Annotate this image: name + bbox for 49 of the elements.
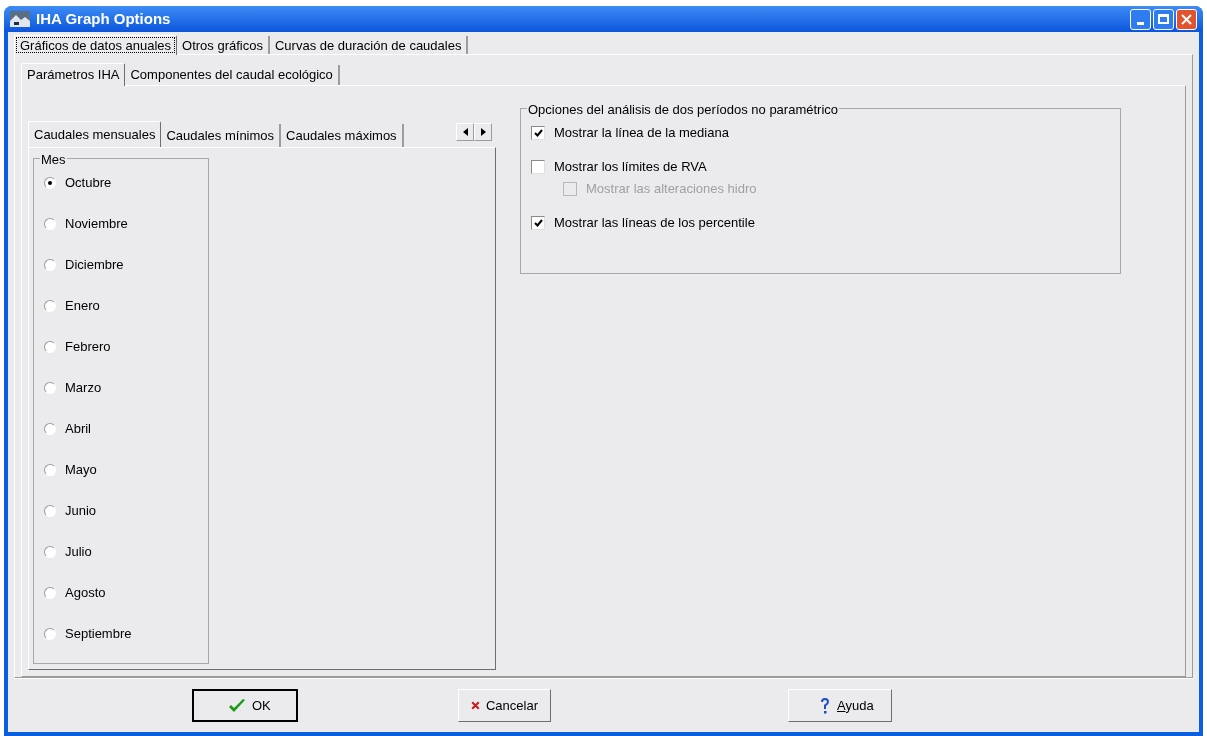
radio-button[interactable]	[44, 300, 56, 312]
checkbox-label: Mostrar la línea de la mediana	[554, 124, 729, 143]
radio-button[interactable]	[44, 259, 56, 271]
tab[interactable]: Gráficos de datos anuales	[14, 35, 178, 55]
radio-button[interactable]	[44, 505, 56, 517]
maximize-button[interactable]	[1153, 8, 1174, 30]
radio-label: Abril	[65, 420, 91, 439]
scroll-right-button[interactable]	[474, 123, 492, 141]
radio-button[interactable]	[44, 341, 56, 353]
close-button[interactable]	[1176, 8, 1197, 30]
radio-button[interactable]	[44, 423, 56, 435]
checkbox[interactable]	[531, 216, 545, 230]
radio-button[interactable]	[44, 546, 56, 558]
radio-label: Agosto	[65, 584, 106, 603]
radio-button[interactable]	[44, 218, 56, 230]
radio-label: Noviembre	[65, 215, 128, 234]
left-arrow-icon	[462, 128, 468, 136]
window-title: IHA Graph Options	[36, 8, 171, 29]
radio-label: Octubre	[65, 174, 112, 193]
checkmark-icon	[228, 697, 246, 714]
radio-label: Mayo	[65, 461, 97, 480]
close-icon	[1181, 13, 1192, 25]
radio-label: Enero	[65, 297, 100, 316]
checkbox-label: Mostrar las alteraciones hidro	[586, 180, 757, 199]
tab[interactable]: Caudales mensuales	[28, 121, 162, 147]
dialog-button[interactable]: Cancelar	[458, 689, 551, 722]
dialog-button[interactable]: Ayuda	[788, 689, 892, 722]
tab[interactable]: Parámetros IHA	[21, 63, 126, 86]
scroll-left-button[interactable]	[456, 123, 474, 141]
question-mark-icon	[819, 696, 831, 715]
radio-button[interactable]	[44, 177, 56, 189]
dialog-button[interactable]: OK	[192, 689, 298, 722]
checkbox[interactable]	[531, 160, 545, 174]
radio-label: Febrero	[65, 338, 111, 357]
minimize-button[interactable]	[1130, 8, 1151, 30]
radio-button[interactable]	[44, 587, 56, 599]
checkbox-label: Mostrar los límites de RVA	[554, 158, 707, 177]
radio-label: Marzo	[65, 379, 102, 398]
right-arrow-icon	[480, 128, 486, 136]
radio-label: Diciembre	[65, 256, 124, 275]
app-icon	[10, 11, 30, 27]
radio-button[interactable]	[44, 464, 56, 476]
checkbox[interactable]	[531, 126, 545, 140]
radio-button[interactable]	[44, 628, 56, 640]
radio-button[interactable]	[44, 382, 56, 394]
checkbox-label: Mostrar las líneas de los percentile	[554, 214, 755, 233]
radio-label: Junio	[65, 502, 97, 521]
radio-label: Septiembre	[65, 625, 132, 644]
radio-label: Julio	[65, 543, 92, 562]
